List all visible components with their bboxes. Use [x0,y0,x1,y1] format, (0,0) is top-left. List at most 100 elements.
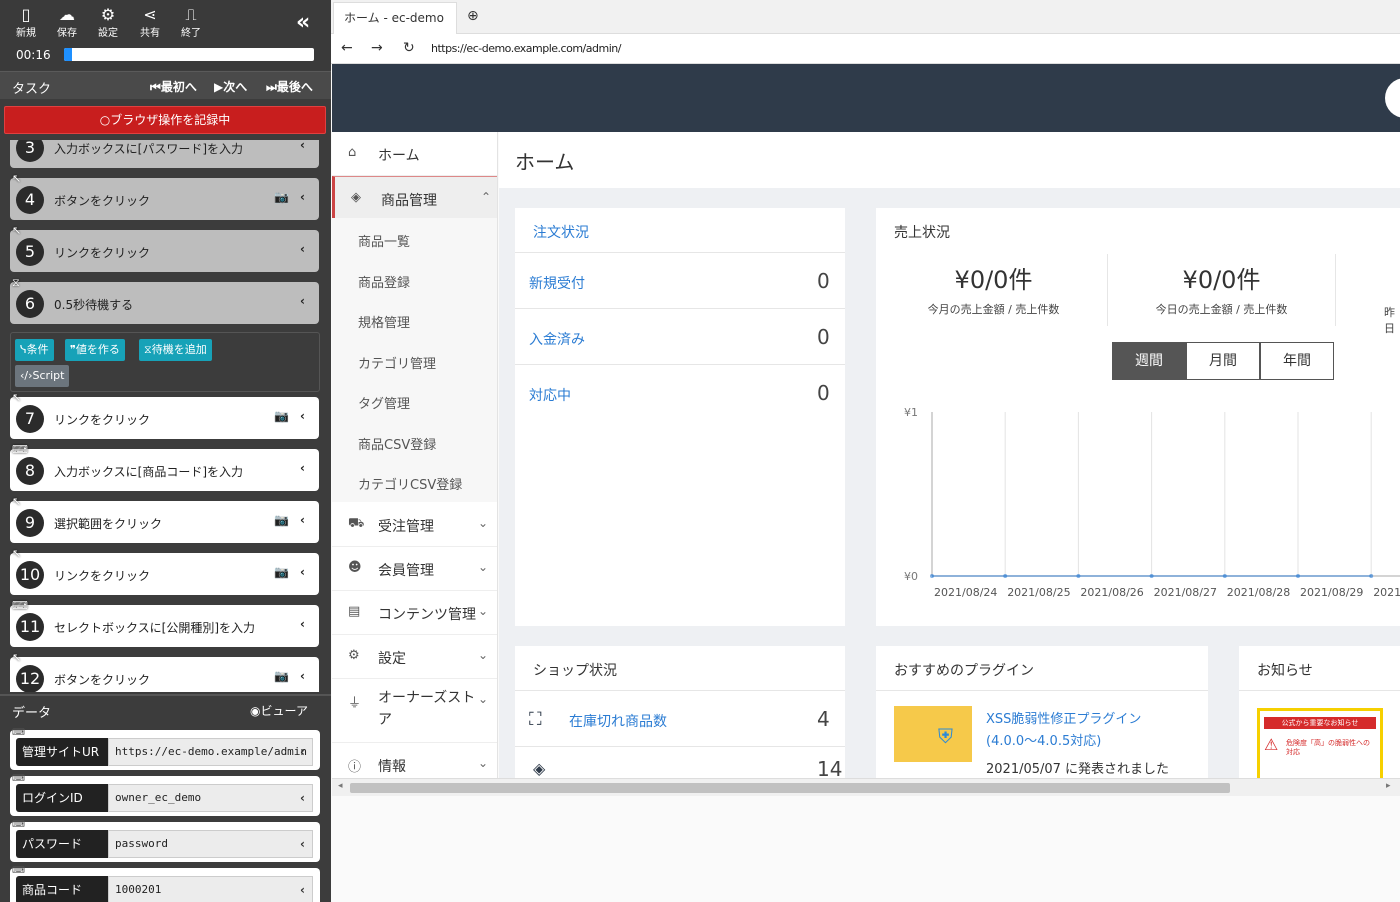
chevron-left-icon[interactable]: ‹ [300,837,305,851]
chevron-left-icon[interactable]: ‹ [300,883,305,897]
order-row[interactable]: 新規受付 0 [515,252,845,308]
order-row[interactable]: 対応中 0 [515,364,845,420]
first-button[interactable]: ⏮最初へ [150,78,197,95]
chevron-down-icon: ⌄ [478,756,489,770]
camera-icon[interactable]: 📷 [274,513,289,527]
data-title: データ [12,706,52,721]
period-month-button[interactable]: 月間 [1186,342,1260,380]
sidebar-item-info[interactable]: ⓘ 情報 ⌄ [332,743,497,778]
sidebar-item-products[interactable]: ◈ 商品管理 ⌃ [332,176,497,220]
submenu-item[interactable]: 商品登録 [358,272,410,291]
news-banner[interactable]: 公式から重要なお知らせ ⚠ 危険度「高」の脆弱性への対応 [1257,708,1383,778]
camera-icon[interactable]: 📷 [274,565,289,579]
submenu-item[interactable]: タグ管理 [358,393,410,412]
add-wait-button[interactable]: ⧖待機を追加 [139,339,212,361]
submenu-item[interactable]: カテゴリ管理 [358,353,436,372]
data-row[interactable]: ⌨ パスワード password ‹ [10,820,320,862]
sidebar-item-members[interactable]: ☻ 会員管理 ⌄ [332,547,497,591]
submenu-item[interactable]: 商品CSV登録 [358,434,436,453]
chevron-down-icon: ⌄ [478,516,489,530]
submenu-item[interactable]: 商品一覧 [358,231,410,250]
recorder-panel: ▯ 新規 ☁ 保存 ⚙ 設定 ⋖ 共有 ⎍ 終了 « 00:16 タスク ⏮最初へ ▶次へ… [0,0,331,902]
step-item[interactable]: ⧖ 6 0.5秒待機する ‹ [10,276,319,324]
plugin-thumbnail[interactable]: ⛨ [894,706,972,762]
sidebar-item-home[interactable]: ⌂ ホーム [332,132,497,176]
step-item[interactable]: ⌨ 11 セレクトボックスに[公開種別]を入力 ‹ [10,599,319,647]
chevron-left-icon[interactable]: ‹ [300,565,305,579]
scroll-right-icon[interactable]: ▸ [1386,781,1391,791]
sidebar-item-settings[interactable]: ⚙ 設定 ⌄ [332,635,497,679]
sidebar-item-content[interactable]: ▤ コンテンツ管理 ⌄ [332,591,497,635]
horizontal-scrollbar[interactable]: ◂ ▸ [332,778,1400,796]
step-item[interactable]: ↖ 12 ボタンをクリック 📷 ‹ [10,651,319,692]
inbox-icon: ⛶ [529,709,542,730]
new-button[interactable]: ▯ 新規 [8,6,44,40]
data-value-field[interactable]: password [108,830,313,858]
chevron-left-icon[interactable]: ‹ [300,745,305,759]
last-button[interactable]: ⏭最後へ [266,78,313,95]
data-point [930,574,934,578]
sales-chart: ¥1 ¥0 2021/08/24 2021/08/25 2021/08/26 2021/0… [904,406,1400,599]
step-item[interactable]: ↖ 9 選択範囲をクリック 📷 ‹ [10,495,319,543]
data-row[interactable]: ⌨ 管理サイトUR https://ec-demo.example/admin … [10,728,320,770]
chevron-left-icon[interactable]: ‹ [300,242,305,256]
chevron-left-icon[interactable]: ‹ [300,409,305,423]
step-item[interactable]: 3 入力ボックスに[パスワード]を入力 ‹ [10,140,319,168]
submenu-item[interactable]: カテゴリCSV登録 [358,474,462,493]
sidebar-item-orders[interactable]: ⛟ 受注管理 ⌄ [332,503,497,547]
script-button[interactable]: ‹/›Script [15,365,70,387]
chevron-left-icon[interactable]: ‹ [300,617,305,631]
chevron-left-icon[interactable]: ‹ [300,190,305,204]
make-value-button[interactable]: ❞値を作る [65,339,125,361]
camera-icon[interactable]: 📷 [274,409,289,423]
chevron-left-icon[interactable]: ‹ [300,791,305,805]
collapse-chevrons-icon[interactable]: « [296,10,310,35]
chevron-left-icon[interactable]: ‹ [300,461,305,475]
back-icon[interactable]: ← [341,40,353,56]
url-input[interactable]: https://ec-demo.example.com/admin/ [431,39,1391,59]
chevron-left-icon[interactable]: ‹ [300,294,305,308]
submenu-item[interactable]: 規格管理 [358,312,410,331]
reload-icon[interactable]: ↻ [403,40,415,56]
camera-icon[interactable]: 📷 [274,190,289,204]
cursor-icon: ↖ [12,172,22,185]
data-value-field[interactable]: 1000201 [108,876,313,902]
settings-button[interactable]: ⚙ 設定 [90,6,126,40]
order-row[interactable]: 入金済み 0 [515,308,845,364]
data-value-field[interactable]: owner_ec_demo [108,784,313,812]
forward-icon[interactable]: → [371,40,383,56]
share-button[interactable]: ⋖ 共有 [132,6,168,40]
exit-icon: ⎍ [185,5,197,24]
sidebar-item-owners-store[interactable]: ⏚ オーナーズストア ⌄ [332,679,497,743]
shop-row[interactable]: ◈ 14 [515,746,845,778]
period-week-button[interactable]: 週間 [1112,342,1186,380]
data-row[interactable]: ⌨ 商品コード 1000201 ‹ [10,866,320,902]
data-value-field[interactable]: https://ec-demo.example/admin [108,738,313,766]
step-item[interactable]: ↖ 10 リンクをクリック 📷 ‹ [10,547,319,595]
browser-tab[interactable]: ホーム - ec-demo [333,2,457,34]
recording-indicator[interactable]: ○ブラウザ操作を記録中 [4,106,326,134]
plugin-version[interactable]: (4.0.0〜4.0.5対応) [986,730,1101,749]
save-button[interactable]: ☁ 保存 [49,6,85,40]
end-button[interactable]: ⎍ 終了 [173,5,209,40]
address-bar: ← → ↻ https://ec-demo.example.com/admin/ [331,34,1400,64]
next-button[interactable]: ▶次へ [214,78,247,95]
data-row[interactable]: ⌨ ログインID owner_ec_demo ‹ [10,774,320,816]
step-item[interactable]: ↖ 7 リンクをクリック 📷 ‹ [10,391,319,439]
new-tab-icon[interactable]: ⊕ [467,8,479,24]
chevron-left-icon[interactable]: ‹ [300,140,305,152]
camera-icon[interactable]: 📷 [274,669,289,683]
condition-button[interactable]: ᓭ条件 [15,339,54,361]
chevron-left-icon[interactable]: ‹ [300,669,305,683]
scroll-left-icon[interactable]: ◂ [338,781,343,791]
step-item[interactable]: ↖ 4 ボタンをクリック 📷 ‹ [10,172,319,220]
chevron-left-icon[interactable]: ‹ [300,513,305,527]
shop-row[interactable]: ⛶ 在庫切れ商品数 4 [515,690,845,746]
period-year-button[interactable]: 年間 [1260,342,1334,380]
daily-sales: ¥0/0件 今日の売上金額 / 売上件数 [1108,254,1336,326]
step-item[interactable]: ↖ 5 リンクをクリック ‹ [10,224,319,272]
plugin-link[interactable]: XSS脆弱性修正プラグイン [986,708,1141,727]
viewer-button[interactable]: ◉ビューア [250,702,308,719]
step-item[interactable]: ⌨ 8 入力ボックスに[商品コード]を入力 ‹ [10,443,319,491]
scrollbar-thumb[interactable] [350,783,1230,793]
